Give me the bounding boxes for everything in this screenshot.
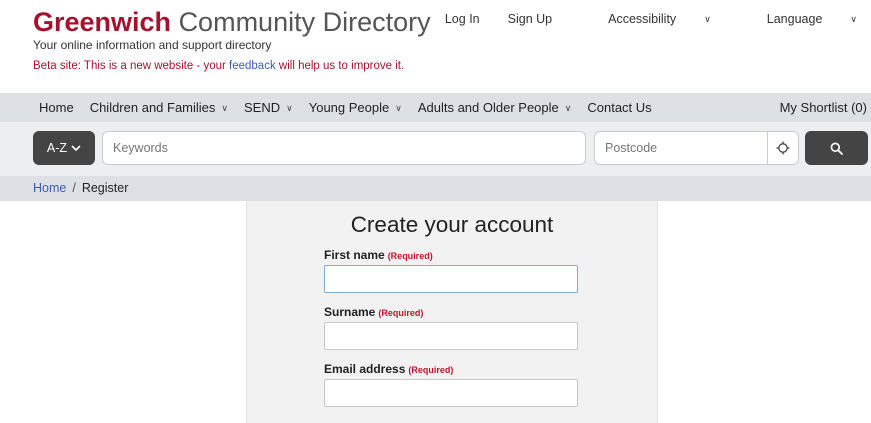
feedback-link[interactable]: feedback (229, 60, 276, 72)
breadcrumb-separator: / (72, 181, 76, 195)
chevron-down-icon: ∨ (395, 103, 402, 113)
nav-item-home[interactable]: Home (39, 100, 74, 115)
keywords-input[interactable] (102, 131, 586, 165)
shortlist-link[interactable]: My Shortlist (0) (780, 93, 867, 122)
first-name-input[interactable] (324, 265, 578, 293)
chevron-down-icon (71, 144, 81, 151)
nav-item-young-people[interactable]: Young People ∨ (309, 100, 402, 115)
az-button[interactable]: A-Z (33, 131, 95, 165)
field-label: Surname (324, 305, 376, 319)
email-input[interactable] (324, 379, 578, 407)
breadcrumb: Home / Register (0, 176, 871, 201)
top-links: Log In Sign Up Accessibility ∨ Language ∨ (417, 12, 857, 26)
field-label: First name (324, 248, 385, 262)
chevron-down-icon: ∨ (221, 103, 229, 113)
nav-item-contact-us[interactable]: Contact Us (587, 100, 651, 115)
crosshair-icon (776, 141, 790, 155)
accessibility-label: Accessibility (608, 12, 677, 26)
first-name-label: First name (Required) (324, 248, 433, 262)
email-label: Email address (Required) (324, 362, 453, 376)
nav-item-label: Children and Families (89, 100, 216, 115)
brand-name: Greenwich (33, 7, 172, 37)
brand-subtitle: Community Directory (178, 7, 431, 37)
login-link[interactable]: Log In (445, 12, 480, 26)
required-marker: (Required) (378, 308, 424, 318)
az-label: A-Z (46, 141, 68, 155)
chevron-down-icon: ∨ (850, 14, 857, 24)
nav-item-adults-older-people[interactable]: Adults and Older People ∨ (418, 100, 572, 115)
site-header: Greenwich Community Directory Your onlin… (0, 0, 871, 93)
language-label: Language (766, 12, 823, 26)
required-marker: (Required) (408, 365, 454, 375)
nav-item-label: Home (39, 100, 74, 115)
nav-item-label: SEND (244, 100, 281, 115)
signup-link[interactable]: Sign Up (508, 12, 552, 26)
nav-item-label: Young People (308, 100, 390, 115)
site-tagline: Your online information and support dire… (33, 38, 272, 52)
chevron-down-icon: ∨ (564, 103, 572, 113)
page-title: Create your account (350, 212, 554, 237)
use-location-button[interactable] (767, 131, 799, 165)
nav-item-send[interactable]: SEND ∨ (244, 100, 293, 115)
beta-notice: Beta site: This is a new website - your … (33, 60, 404, 72)
register-form: Create your account First name (Required)… (246, 201, 658, 423)
main-nav: Home Children and Families ∨ SEND ∨ Young … (0, 93, 871, 122)
site-logo[interactable]: Greenwich Community Directory (33, 6, 431, 38)
language-menu[interactable]: Language ∨ (739, 12, 857, 26)
nav-item-children-families[interactable]: Children and Families ∨ (90, 100, 228, 115)
beta-suffix: will help us to improve it. (278, 60, 405, 72)
required-marker: (Required) (387, 251, 433, 261)
postcode-input[interactable] (594, 131, 768, 165)
chevron-down-icon: ∨ (704, 14, 711, 24)
breadcrumb-current: Register (81, 181, 129, 195)
surname-label: Surname (Required) (324, 305, 423, 319)
search-button[interactable] (805, 131, 868, 165)
field-label: Email address (324, 362, 406, 376)
breadcrumb-home[interactable]: Home (33, 181, 66, 195)
beta-prefix: Beta site: This is a new website - your (33, 60, 226, 72)
chevron-down-icon: ∨ (286, 103, 293, 113)
nav-item-label: Contact Us (587, 100, 652, 115)
accessibility-menu[interactable]: Accessibility ∨ (580, 12, 711, 26)
nav-item-label: Adults and Older People (417, 100, 559, 115)
search-icon (830, 142, 843, 155)
surname-input[interactable] (324, 322, 578, 350)
